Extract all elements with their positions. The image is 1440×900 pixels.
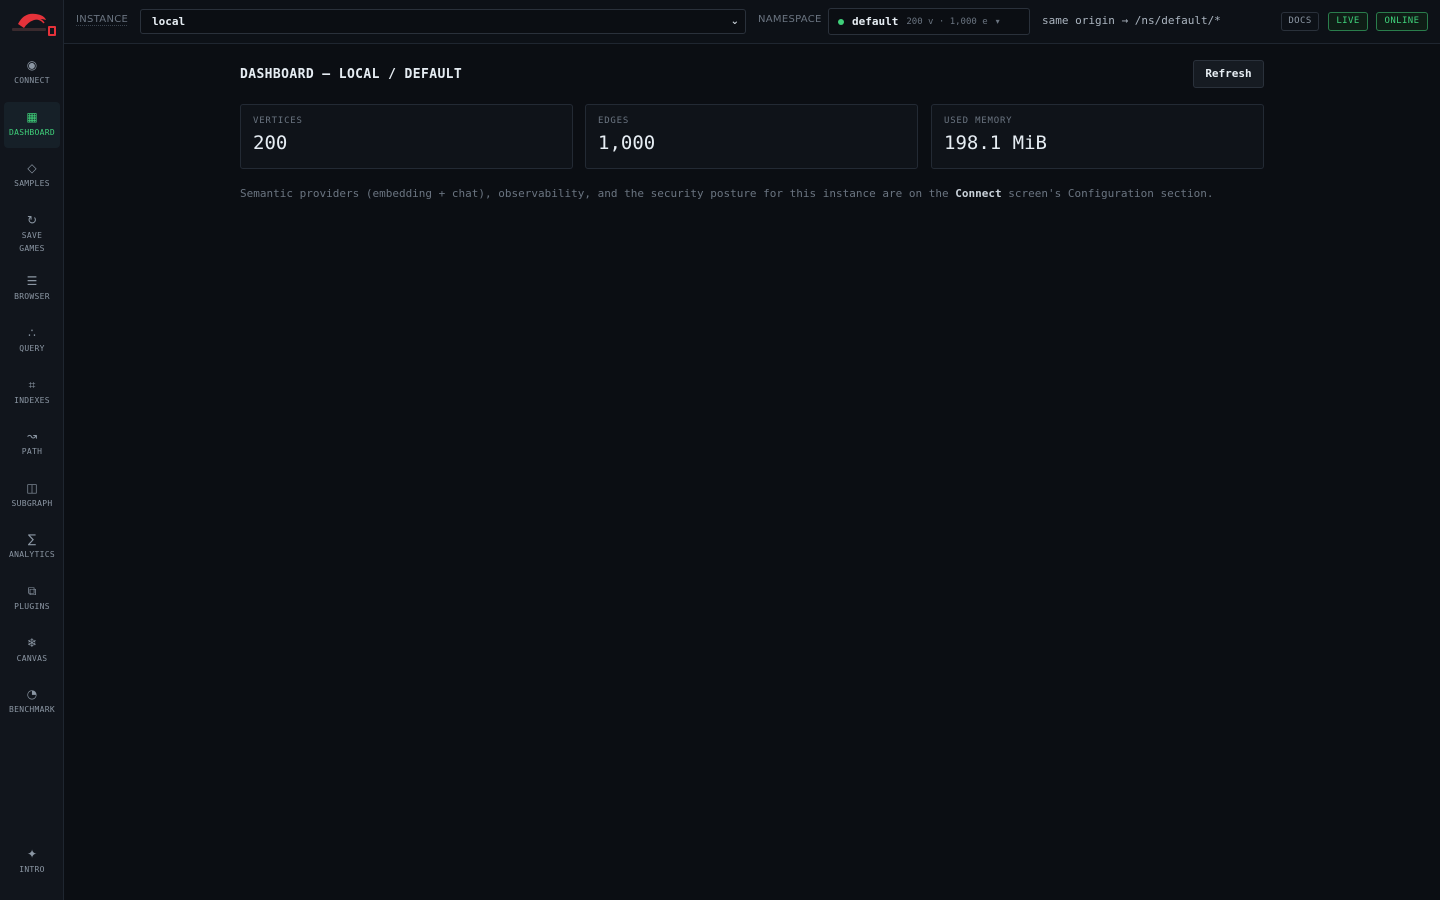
stat-label: EDGES — [598, 116, 630, 126]
sidebar-item-label: QUERY — [19, 343, 45, 353]
app-logo[interactable] — [4, 6, 60, 38]
status-badge: ONLINE — [1376, 12, 1428, 31]
namespace-name: default — [852, 15, 899, 28]
sidebar-item-label: INTRO — [19, 865, 45, 874]
sidebar-item-intro[interactable]: ✦ INTRO — [4, 842, 60, 886]
stat-value: 1,000 — [598, 132, 656, 154]
instance-value: local — [152, 15, 186, 28]
sidebar-item-label: INDEXES — [14, 395, 50, 405]
sidebar-item-label: SUBGRAPH — [11, 498, 53, 508]
refresh-icon: ↻ — [26, 212, 38, 227]
sidebar-item-connect[interactable]: ◉ CONNECT — [4, 50, 60, 96]
sidebar: ◉ CONNECT ▦ DASHBOARD ◇ SAMPLES ↻ SAVE GAMES ☰ BR… — [0, 0, 64, 900]
sidebar-item-samples[interactable]: ◇ SAMPLES — [4, 153, 60, 199]
sigma-icon: ∑ — [27, 532, 37, 547]
plugin-icon: ⧉ — [27, 583, 37, 598]
sidebar-item-query[interactable]: ∴ QUERY — [4, 318, 60, 364]
stat-card-edges: EDGES 1,000 — [585, 104, 918, 169]
sidebar-item-label: BENCHMARK — [8, 705, 56, 715]
sidebar-item-benchmark[interactable]: ◔ BENCHMARK — [4, 679, 60, 725]
sidebar-item-plugins[interactable]: ⧉ PLUGINS — [4, 576, 60, 622]
sidebar-item-label: ANALYTICS — [8, 550, 56, 560]
sidebar-item-label: SAVE GAMES — [19, 230, 45, 253]
gauge-icon: ◔ — [26, 687, 38, 702]
caret-down-icon: ▾ — [995, 17, 1000, 26]
sidebar-item-indexes[interactable]: ⌗ INDEXES — [4, 370, 60, 416]
status-dot-icon — [838, 18, 844, 25]
top-bar: INSTANCE local ⌄ NAMESPACE default 200 v… — [64, 0, 1440, 44]
page-title: DASHBOARD — LOCAL / DEFAULT — [240, 67, 463, 82]
sidebar-item-analytics[interactable]: ∑ ANALYTICS — [4, 524, 60, 570]
stat-card-used-memory: USED MEMORY 198.1 MiB — [931, 104, 1264, 169]
stat-value: 198.1 MiB — [944, 132, 1047, 154]
sidebar-item-path[interactable]: ↝ PATH — [4, 421, 60, 467]
sidebar-nav: ◉ CONNECT ▦ DASHBOARD ◇ SAMPLES ↻ SAVE GAMES ☰ BR… — [0, 50, 64, 731]
namespace-label: NAMESPACE — [758, 14, 822, 25]
stat-label: VERTICES — [253, 116, 303, 126]
stat-label: USED MEMORY — [944, 116, 1013, 126]
namespace-select[interactable]: default 200 v · 1,000 e ▾ — [828, 8, 1030, 35]
dots-icon: ∴ — [28, 325, 36, 340]
instance-label: INSTANCE — [76, 14, 129, 25]
sidebar-item-browser[interactable]: ☰ BROWSER — [4, 266, 60, 312]
connect-link[interactable]: Connect — [955, 187, 1001, 200]
list-icon: ☰ — [26, 274, 38, 289]
stat-value: 200 — [253, 132, 288, 154]
snowflake-icon: ❄ — [26, 635, 38, 650]
live-toggle[interactable]: LIVE — [1328, 12, 1368, 31]
configuration-note: Semantic providers (embedding + chat), o… — [240, 185, 1230, 203]
note-text: screen's Configuration section. — [1001, 187, 1214, 200]
dashboard-icon: ▦ — [26, 109, 38, 124]
grid-icon: ⌗ — [28, 377, 36, 392]
sidebar-item-canvas[interactable]: ❄ CANVAS — [4, 628, 60, 674]
target-icon: ◉ — [26, 58, 38, 72]
stat-card-vertices: VERTICES 200 — [240, 104, 573, 169]
sidebar-item-label: SAMPLES — [14, 179, 50, 189]
refresh-button[interactable]: Refresh — [1193, 60, 1264, 88]
sidebar-item-dashboard[interactable]: ▦ DASHBOARD — [4, 101, 60, 148]
sidebar-item-save-games[interactable]: ↻ SAVE GAMES — [4, 205, 60, 261]
sidebar-item-label: PATH — [21, 447, 43, 457]
square-icon: ◫ — [26, 480, 38, 495]
sidebar-item-label: DASHBOARD — [8, 127, 56, 137]
sidebar-item-label: PLUGINS — [14, 601, 50, 611]
namespace-meta: 200 v · 1,000 e — [906, 16, 988, 27]
docs-button[interactable]: DOCS — [1281, 12, 1319, 31]
diamond-icon: ◇ — [27, 161, 37, 176]
sidebar-item-label: CANVAS — [16, 653, 48, 663]
sparkle-icon: ✦ — [26, 847, 38, 861]
stat-cards: VERTICES 200 EDGES 1,000 USED MEMORY 198… — [240, 104, 1264, 169]
instance-select[interactable]: local ⌄ — [140, 9, 746, 34]
sidebar-item-label: BROWSER — [14, 292, 50, 302]
sidebar-item-subgraph[interactable]: ◫ SUBGRAPH — [4, 473, 60, 519]
wave-icon: ↝ — [26, 429, 38, 444]
origin-text: same origin → /ns/default/* — [1042, 14, 1221, 27]
chevron-down-icon: ⌄ — [730, 16, 739, 27]
sidebar-item-label: CONNECT — [14, 76, 50, 85]
note-text: Semantic providers (embedding + chat), o… — [240, 187, 956, 200]
